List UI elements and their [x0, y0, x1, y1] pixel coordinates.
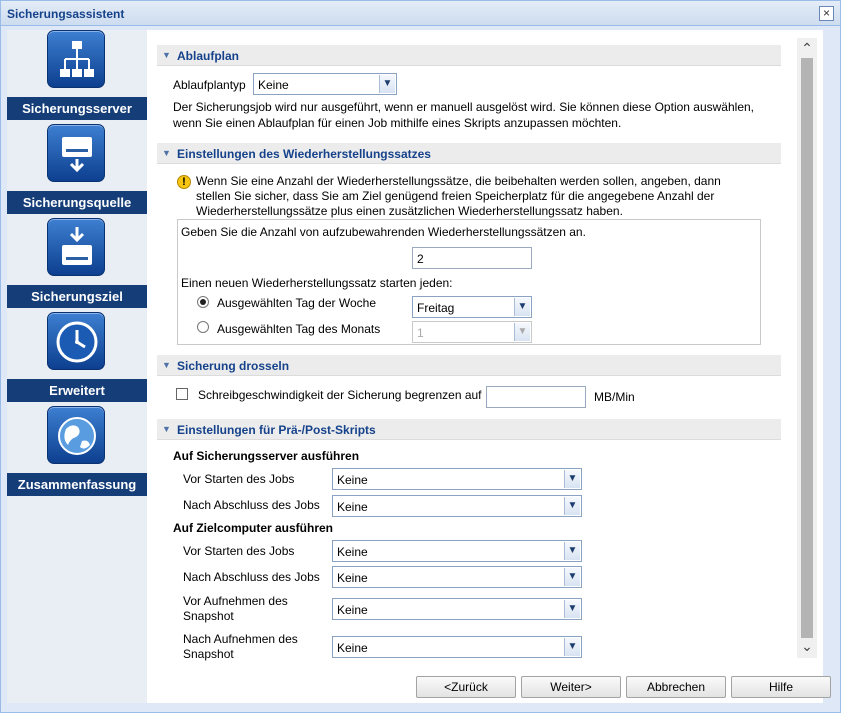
throttle-input[interactable] [486, 386, 586, 408]
network-server-icon [47, 30, 105, 88]
snapshot-after-label: Nach Aufnehmen des [183, 632, 298, 646]
warning-text: stellen Sie sicher, dass Sie am Ziel gen… [196, 189, 715, 203]
target-before-label: Vor Starten des Jobs [183, 544, 295, 558]
weekday-radio[interactable] [197, 296, 209, 308]
warning-text: Wiederherstellungssätze plus einen zusät… [196, 204, 623, 218]
section-title: Einstellungen für Prä-/Post-Skripts [177, 423, 376, 437]
nav-item-sicherungsziel[interactable]: Sicherungsziel [7, 218, 147, 312]
collapse-triangle-icon: ▼ [162, 148, 171, 158]
monthday-radio[interactable] [197, 321, 209, 333]
nav-label: Zusammenfassung [7, 473, 147, 496]
select-value: Keine [337, 571, 368, 585]
server-before-label: Vor Starten des Jobs [183, 472, 295, 486]
nav-label: Sicherungsziel [7, 285, 147, 308]
chevron-down-icon: ▼ [564, 470, 580, 488]
target-scripts-title: Auf Zielcomputer ausführen [173, 521, 334, 535]
schedule-type-label: Ablaufplantyp [173, 78, 246, 92]
server-after-label: Nach Abschluss des Jobs [183, 498, 320, 512]
next-button[interactable]: Weiter> [521, 676, 621, 698]
server-scripts-title: Auf Sicherungsserver ausführen [173, 449, 360, 463]
warning-icon: ! [177, 175, 191, 189]
vertical-scrollbar[interactable]: ⌃ ⌄ [797, 38, 817, 658]
nav-item-sicherungsquelle[interactable]: Sicherungsquelle [7, 124, 147, 218]
monthday-label: Ausgewählten Tag des Monats [217, 322, 381, 336]
scroll-up-icon[interactable]: ⌃ [797, 38, 817, 58]
scroll-down-icon[interactable]: ⌄ [797, 636, 817, 656]
schedule-description: Der Sicherungsjob wird nur ausgeführt, w… [173, 100, 754, 114]
select-value: Keine [337, 603, 368, 617]
close-icon: × [822, 6, 830, 20]
server-before-select[interactable]: Keine ▼ [332, 468, 582, 490]
drive-download-icon [47, 124, 105, 182]
chevron-down-icon: ▼ [564, 568, 580, 586]
target-before-select[interactable]: Keine ▼ [332, 540, 582, 562]
throttle-unit: MB/Min [594, 390, 635, 404]
nav-item-erweitert[interactable]: Erweitert [7, 312, 147, 406]
scroll-thumb[interactable] [801, 58, 813, 638]
clock-icon [47, 312, 105, 370]
close-button[interactable]: × [819, 6, 834, 21]
chevron-down-icon: ▼ [564, 542, 580, 560]
globe-icon [47, 406, 105, 464]
collapse-triangle-icon: ▼ [162, 50, 171, 60]
chevron-down-icon: ▼ [514, 298, 530, 316]
throttle-checkbox[interactable] [176, 388, 188, 400]
select-value: 1 [417, 326, 424, 340]
cancel-button[interactable]: Abbrechen [626, 676, 726, 698]
snapshot-before-select[interactable]: Keine ▼ [332, 598, 582, 620]
snapshot-before-label: Snapshot [183, 609, 234, 623]
select-value: Keine [337, 545, 368, 559]
snapshot-after-label: Snapshot [183, 647, 234, 661]
nav-label: Sicherungsquelle [7, 191, 147, 214]
title-bar: Sicherungsassistent × [1, 1, 840, 26]
retention-start-label: Einen neuen Wiederherstellungssatz start… [181, 276, 453, 290]
select-value: Keine [258, 78, 289, 92]
chevron-down-icon: ▼ [514, 323, 530, 341]
select-value: Keine [337, 500, 368, 514]
warning-text: Wenn Sie eine Anzahl der Wiederherstellu… [196, 174, 721, 188]
nav-item-sicherungsserver[interactable]: Sicherungsserver [7, 30, 147, 124]
retention-count-input[interactable]: 2 [412, 247, 532, 269]
schedule-description: wenn Sie einen Ablaufplan für einen Job … [173, 116, 622, 130]
section-title: Ablaufplan [177, 49, 239, 63]
snapshot-before-label: Vor Aufnehmen des [183, 594, 288, 608]
target-after-label: Nach Abschluss des Jobs [183, 570, 320, 584]
section-title: Einstellungen des Wiederherstellungssatz… [177, 147, 431, 161]
section-throttle[interactable]: ▼ Sicherung drosseln [157, 355, 781, 376]
monthday-select[interactable]: 1 ▼ [412, 321, 532, 343]
select-value: Keine [337, 473, 368, 487]
chevron-down-icon: ▼ [379, 75, 395, 93]
drive-target-icon [47, 218, 105, 276]
section-title: Sicherung drosseln [177, 359, 290, 373]
input-value: 2 [417, 252, 424, 266]
section-retention[interactable]: ▼ Einstellungen des Wiederherstellungssa… [157, 143, 781, 164]
back-button[interactable]: <Zurück [416, 676, 516, 698]
weekday-label: Ausgewählten Tag der Woche [217, 296, 376, 310]
section-ablaufplan[interactable]: ▼ Ablaufplan [157, 45, 781, 66]
select-value: Keine [337, 641, 368, 655]
collapse-triangle-icon: ▼ [162, 424, 171, 434]
collapse-triangle-icon: ▼ [162, 360, 171, 370]
help-button[interactable]: Hilfe [731, 676, 831, 698]
retention-count-label: Geben Sie die Anzahl von aufzubewahrende… [181, 225, 586, 239]
select-value: Freitag [417, 301, 455, 315]
throttle-label: Schreibgeschwindigkeit der Sicherung beg… [198, 388, 482, 402]
section-scripts[interactable]: ▼ Einstellungen für Prä-/Post-Skripts [157, 419, 781, 440]
weekday-select[interactable]: Freitag ▼ [412, 296, 532, 318]
chevron-down-icon: ▼ [564, 497, 580, 515]
chevron-down-icon: ▼ [564, 638, 580, 656]
window-title: Sicherungsassistent [7, 7, 125, 21]
snapshot-after-select[interactable]: Keine ▼ [332, 636, 582, 658]
nav-label: Erweitert [7, 379, 147, 402]
target-after-select[interactable]: Keine ▼ [332, 566, 582, 588]
chevron-down-icon: ▼ [564, 600, 580, 618]
server-after-select[interactable]: Keine ▼ [332, 495, 582, 517]
schedule-type-select[interactable]: Keine ▼ [253, 73, 397, 95]
nav-label: Sicherungsserver [7, 97, 147, 120]
nav-item-zusammenfassung[interactable]: Zusammenfassung [7, 406, 147, 500]
wizard-nav: Sicherungsserver Sicherungsquelle Sicher… [7, 30, 147, 703]
